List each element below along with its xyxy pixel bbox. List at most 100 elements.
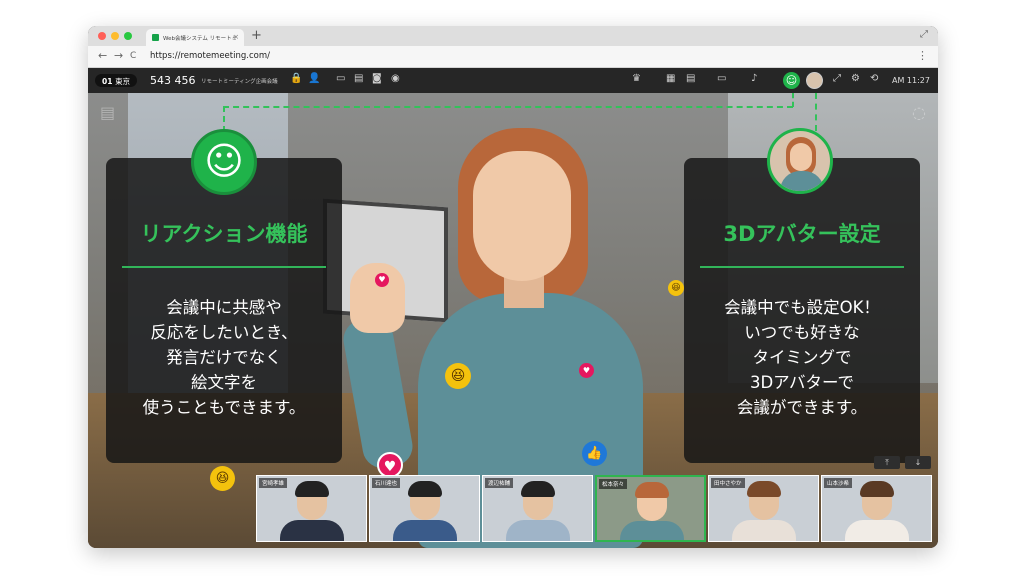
- card-title: リアクション機能: [140, 222, 308, 246]
- crown-icon[interactable]: ♛: [632, 73, 641, 84]
- maximize-window-button[interactable]: [124, 32, 132, 40]
- fullscreen-icon[interactable]: ⤢: [833, 73, 841, 84]
- avatar-face: [790, 143, 812, 171]
- card-line: 会議ができます。: [736, 398, 868, 417]
- notes-icon[interactable]: ▤: [100, 103, 115, 122]
- card-line: 絵文字を: [191, 373, 257, 392]
- card-line: 発言だけでなく: [166, 348, 282, 367]
- tab-bar: Web会議システム リモートミ × + ⤢: [88, 26, 938, 46]
- expand-icon[interactable]: ⤢: [920, 29, 928, 40]
- reaction-smile-icon: ☺: [191, 129, 257, 195]
- card-title: 3Dアバター設定: [723, 222, 881, 246]
- meeting-stage: ▤ ◌ リアクション機能 会議中に共感や 反応をしたいとき、 発言だけでなく 絵…: [88, 93, 938, 548]
- tab-close-icon[interactable]: ×: [233, 33, 239, 41]
- close-window-button[interactable]: [98, 32, 106, 40]
- participant-name: 山本沙希: [824, 478, 853, 488]
- participant-hair: [635, 482, 669, 498]
- connector-line: [223, 106, 793, 108]
- chat-icon[interactable]: ◌: [912, 103, 926, 122]
- lock-icon[interactable]: 🔒: [290, 73, 302, 84]
- avatar-button[interactable]: [806, 72, 823, 89]
- participant-hair: [408, 481, 442, 497]
- reaction-feature-card: リアクション機能 会議中に共感や 反応をしたいとき、 発言だけでなく 絵文字を …: [106, 158, 342, 463]
- tab-title: Web会議システム リモートミ: [163, 36, 238, 42]
- participant-name: 田中さやか: [711, 478, 745, 488]
- record-icon[interactable]: ◉: [391, 73, 400, 84]
- participant-body: [506, 520, 570, 541]
- participant-tile[interactable]: 田中さやか: [708, 475, 819, 542]
- laugh-emoji-icon: 😆: [668, 280, 684, 296]
- participant-body: [393, 520, 457, 541]
- avatar-thumbnail-icon: [767, 128, 833, 194]
- meeting-name: リモートミーティング企画会議: [201, 79, 278, 85]
- participant-name: 松本奈々: [599, 479, 628, 489]
- card-line: タイミングで: [752, 348, 852, 367]
- room-number: 01: [102, 77, 113, 86]
- document-icon[interactable]: ▤: [354, 73, 363, 84]
- site-favicon-icon: [152, 34, 159, 41]
- participant-strip: 宮崎孝雄 石川達也 渡辺祐輔 松本奈々 田中さやか 山本沙希: [256, 475, 936, 544]
- exit-icon[interactable]: ⟲: [870, 73, 878, 84]
- participant-tile-active[interactable]: 松本奈々: [595, 475, 706, 542]
- download-button[interactable]: ↓: [905, 456, 931, 469]
- room-badge: 01 東京: [95, 74, 138, 87]
- reaction-button[interactable]: ☺: [783, 72, 800, 89]
- new-tab-button[interactable]: +: [251, 28, 262, 43]
- avatar-face: [473, 151, 571, 281]
- url-field[interactable]: https://remotemeeting.com/: [150, 51, 270, 61]
- divider: [700, 266, 904, 268]
- participant-body: [620, 521, 684, 540]
- participant-tile[interactable]: 渡辺祐輔: [482, 475, 593, 542]
- room-name: 東京: [115, 77, 131, 86]
- card-line: 反応をしたいとき、: [150, 323, 298, 342]
- clock: AM 11:27: [892, 76, 930, 85]
- card-line: 使うこともできます。: [142, 398, 306, 417]
- participant-name: 渡辺祐輔: [485, 478, 514, 488]
- users-icon[interactable]: 👤: [308, 73, 320, 84]
- heart-emoji-icon: ♥: [579, 363, 594, 378]
- avatar-feature-card: 3Dアバター設定 会議中でも設定OK！ いつでも好きな タイミングで 3Dアバタ…: [684, 158, 920, 463]
- divider: [122, 266, 326, 268]
- minimize-window-button[interactable]: [111, 32, 119, 40]
- mic-icon[interactable]: ♪: [751, 73, 757, 84]
- back-button[interactable]: ←: [98, 49, 107, 62]
- laugh-emoji-icon: 😆: [210, 466, 235, 491]
- participant-hair: [521, 481, 555, 497]
- card-line: 3Dアバターで: [749, 373, 855, 392]
- screen-share-icon[interactable]: ▭: [336, 73, 345, 84]
- participant-name: 宮崎孝雄: [259, 478, 288, 488]
- participant-hair: [747, 481, 781, 497]
- participant-body: [732, 520, 796, 541]
- avatar-body: [780, 171, 824, 191]
- participant-body: [845, 520, 909, 541]
- participant-tile[interactable]: 石川達也: [369, 475, 480, 542]
- heart-emoji-icon: ♥: [375, 273, 389, 287]
- participant-hair: [860, 481, 894, 497]
- card-body: 会議中に共感や 反応をしたいとき、 発言だけでなく 絵文字を 使うこともできます…: [106, 295, 342, 420]
- settings-icon[interactable]: ⚙: [851, 73, 860, 84]
- card-line: 会議中に共感や: [166, 298, 282, 317]
- connector-line: [792, 93, 794, 107]
- card-line: いつでも好きな: [744, 323, 860, 342]
- forward-button[interactable]: →: [114, 49, 123, 62]
- camera-icon[interactable]: ▭: [717, 73, 726, 84]
- tile-icon[interactable]: ▤: [686, 73, 695, 84]
- browser-tab[interactable]: Web会議システム リモートミ ×: [146, 29, 244, 46]
- participant-tile[interactable]: 宮崎孝雄: [256, 475, 367, 542]
- browser-window: Web会議システム リモートミ × + ⤢ ← → C https://remo…: [88, 26, 938, 548]
- reload-button[interactable]: C: [130, 51, 136, 61]
- meeting-id: 543 456: [150, 74, 196, 87]
- snapshot-icon[interactable]: ◙: [372, 73, 382, 84]
- share-button[interactable]: ⤒: [874, 456, 900, 469]
- participant-name: 石川達也: [372, 478, 401, 488]
- meeting-toolbar: 01 東京 543 456 リモートミーティング企画会議 🔒 👤 ▭ ▤ ◙ ◉…: [88, 68, 938, 93]
- participant-body: [280, 520, 344, 541]
- like-emoji-icon: 👍: [582, 441, 607, 466]
- laugh-emoji-icon: 😆: [445, 363, 471, 389]
- browser-menu-icon[interactable]: ⋮: [917, 49, 928, 62]
- participant-hair: [295, 481, 329, 497]
- card-line: 会議中でも設定OK！: [724, 298, 880, 317]
- layout-icon[interactable]: ▦: [666, 73, 675, 84]
- address-bar: ← → C https://remotemeeting.com/ ⋮: [88, 46, 938, 68]
- participant-tile[interactable]: 山本沙希: [821, 475, 932, 542]
